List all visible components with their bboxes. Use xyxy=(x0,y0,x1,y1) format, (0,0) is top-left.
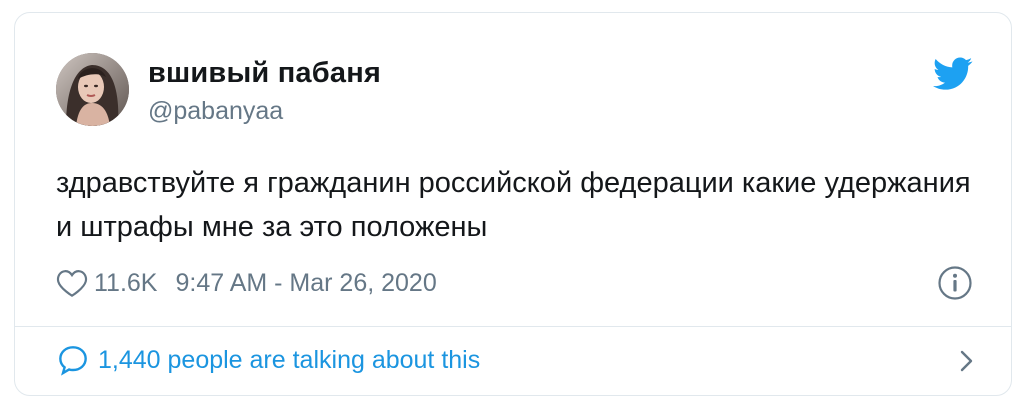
display-name[interactable]: вшивый пабаня xyxy=(148,57,381,90)
chevron-right-icon[interactable] xyxy=(958,349,976,373)
tweet-meta: 11.6K 9:47 AM - Mar 26, 2020 xyxy=(56,265,437,301)
tweet-card: вшивый пабаня @pabanyaa здравствуйте я г… xyxy=(14,12,1012,396)
timestamp[interactable]: 9:47 AM - Mar 26, 2020 xyxy=(175,269,436,298)
heart-icon[interactable] xyxy=(56,268,88,298)
info-icon[interactable] xyxy=(937,265,973,301)
speech-bubble-icon xyxy=(59,346,87,376)
avatar[interactable] xyxy=(56,53,129,126)
talking-label[interactable]: 1,440 people are talking about this xyxy=(98,346,480,375)
twitter-bird-icon[interactable] xyxy=(933,57,973,91)
conversation-link[interactable]: 1,440 people are talking about this xyxy=(56,341,976,379)
user-handle[interactable]: @pabanyaa xyxy=(148,97,283,126)
tweet-text: здравствуйте я гражданин российской феде… xyxy=(56,167,971,243)
divider xyxy=(15,326,1011,327)
like-count[interactable]: 11.6K xyxy=(94,269,157,298)
